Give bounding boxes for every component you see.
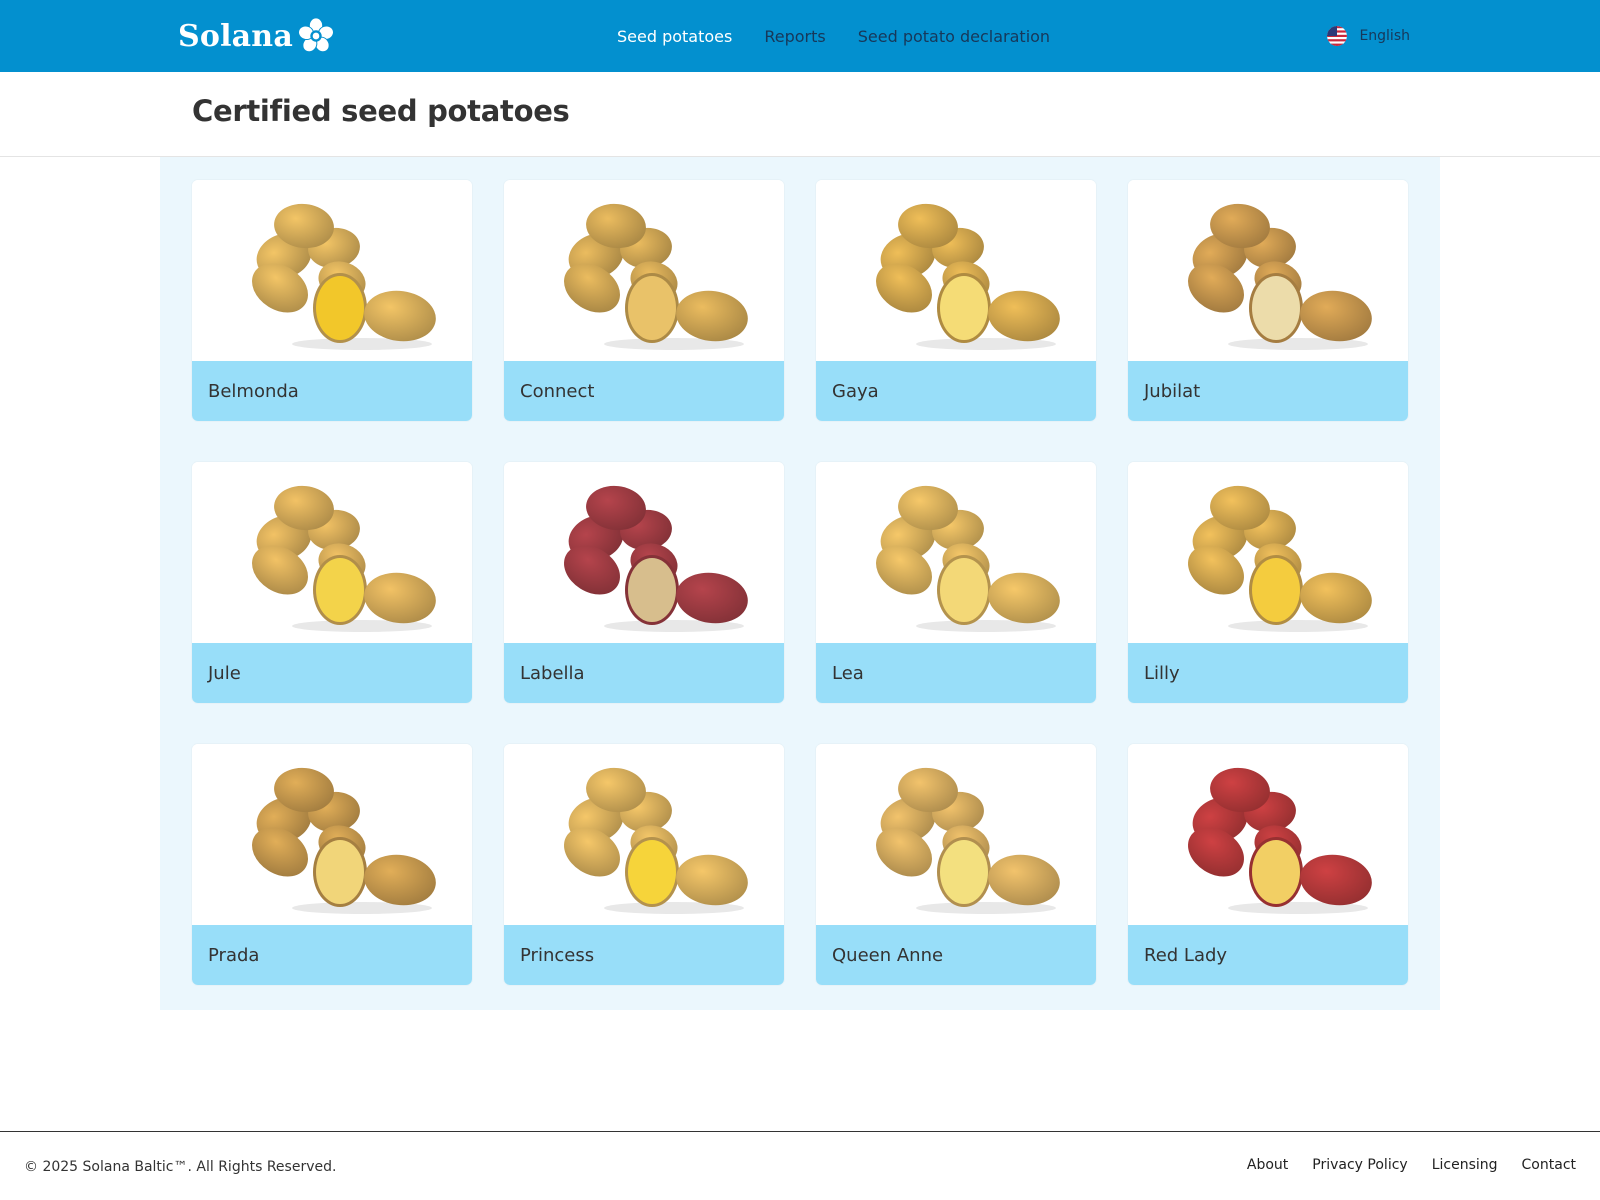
product-name: Connect xyxy=(504,361,784,421)
product-name: Queen Anne xyxy=(816,925,1096,985)
language-label: English xyxy=(1359,28,1410,44)
footer-link-privacy-policy[interactable]: Privacy Policy xyxy=(1312,1157,1407,1173)
product-image xyxy=(504,180,784,361)
footer-link-contact[interactable]: Contact xyxy=(1522,1157,1576,1173)
potato-illustration xyxy=(1188,203,1372,350)
product-image xyxy=(816,744,1096,925)
copyright-text: © 2025 Solana Baltic™. All Rights Reserv… xyxy=(24,1159,337,1175)
product-card[interactable]: Prada xyxy=(192,744,472,985)
product-image xyxy=(504,462,784,643)
product-card[interactable]: Belmonda xyxy=(192,180,472,421)
footer-links: About Privacy Policy Licensing Contact xyxy=(1247,1157,1576,1173)
potato-illustration xyxy=(876,203,1060,350)
flower-icon xyxy=(298,17,334,53)
product-card[interactable]: Jule xyxy=(192,462,472,703)
product-image xyxy=(192,744,472,925)
potato-illustration xyxy=(564,485,748,632)
product-name: Red Lady xyxy=(1128,925,1408,985)
product-name: Belmonda xyxy=(192,361,472,421)
product-card[interactable]: Red Lady xyxy=(1128,744,1408,985)
product-name: Lea xyxy=(816,643,1096,703)
product-card[interactable]: Jubilat xyxy=(1128,180,1408,421)
potato-illustration xyxy=(252,767,436,914)
product-image xyxy=(1128,180,1408,361)
product-image xyxy=(816,180,1096,361)
product-card[interactable]: Lilly xyxy=(1128,462,1408,703)
brand-name: Solana xyxy=(178,18,293,54)
potato-illustration xyxy=(564,767,748,914)
product-card[interactable]: Connect xyxy=(504,180,784,421)
footer-link-licensing[interactable]: Licensing xyxy=(1432,1157,1498,1173)
product-name: Jule xyxy=(192,643,472,703)
main-nav: Seed potatoes Reports Seed potato declar… xyxy=(617,0,1050,72)
product-image xyxy=(816,462,1096,643)
potato-illustration xyxy=(564,203,748,350)
nav-reports[interactable]: Reports xyxy=(764,27,825,46)
product-name: Labella xyxy=(504,643,784,703)
us-flag-icon xyxy=(1327,26,1348,46)
potato-illustration xyxy=(876,767,1060,914)
potato-illustration xyxy=(1188,485,1372,632)
nav-seed-potato-declaration[interactable]: Seed potato declaration xyxy=(858,27,1050,46)
product-image xyxy=(1128,744,1408,925)
header-inner: Solana Seed potatoes Reports Seed potato… xyxy=(178,0,1410,72)
product-card[interactable]: Gaya xyxy=(816,180,1096,421)
brand-logo[interactable]: Solana xyxy=(178,17,335,55)
nav-seed-potatoes[interactable]: Seed potatoes xyxy=(617,27,732,46)
top-header: Solana Seed potatoes Reports Seed potato… xyxy=(0,0,1600,72)
product-name: Prada xyxy=(192,925,472,985)
language-selector[interactable]: English xyxy=(1327,0,1410,72)
product-name: Lilly xyxy=(1128,643,1408,703)
potato-illustration xyxy=(1188,767,1372,914)
product-name: Gaya xyxy=(816,361,1096,421)
potato-illustration xyxy=(252,203,436,350)
potato-illustration xyxy=(876,485,1060,632)
title-bar: Certified seed potatoes xyxy=(0,72,1600,157)
footer: © 2025 Solana Baltic™. All Rights Reserv… xyxy=(0,1131,1600,1200)
product-image xyxy=(1128,462,1408,643)
product-card[interactable]: Queen Anne xyxy=(816,744,1096,985)
potato-illustration xyxy=(252,485,436,632)
product-card[interactable]: Princess xyxy=(504,744,784,985)
product-card[interactable]: Lea xyxy=(816,462,1096,703)
product-card[interactable]: Labella xyxy=(504,462,784,703)
product-grid-area: Belmonda Connect Gaya Jubilat Jule Labella Lea… xyxy=(160,157,1440,1010)
page-title: Certified seed potatoes xyxy=(192,94,570,128)
product-name: Princess xyxy=(504,925,784,985)
product-image xyxy=(192,462,472,643)
footer-link-about[interactable]: About xyxy=(1247,1157,1288,1173)
product-image xyxy=(192,180,472,361)
product-name: Jubilat xyxy=(1128,361,1408,421)
product-grid: Belmonda Connect Gaya Jubilat Jule Labella Lea… xyxy=(192,180,1408,985)
product-image xyxy=(504,744,784,925)
